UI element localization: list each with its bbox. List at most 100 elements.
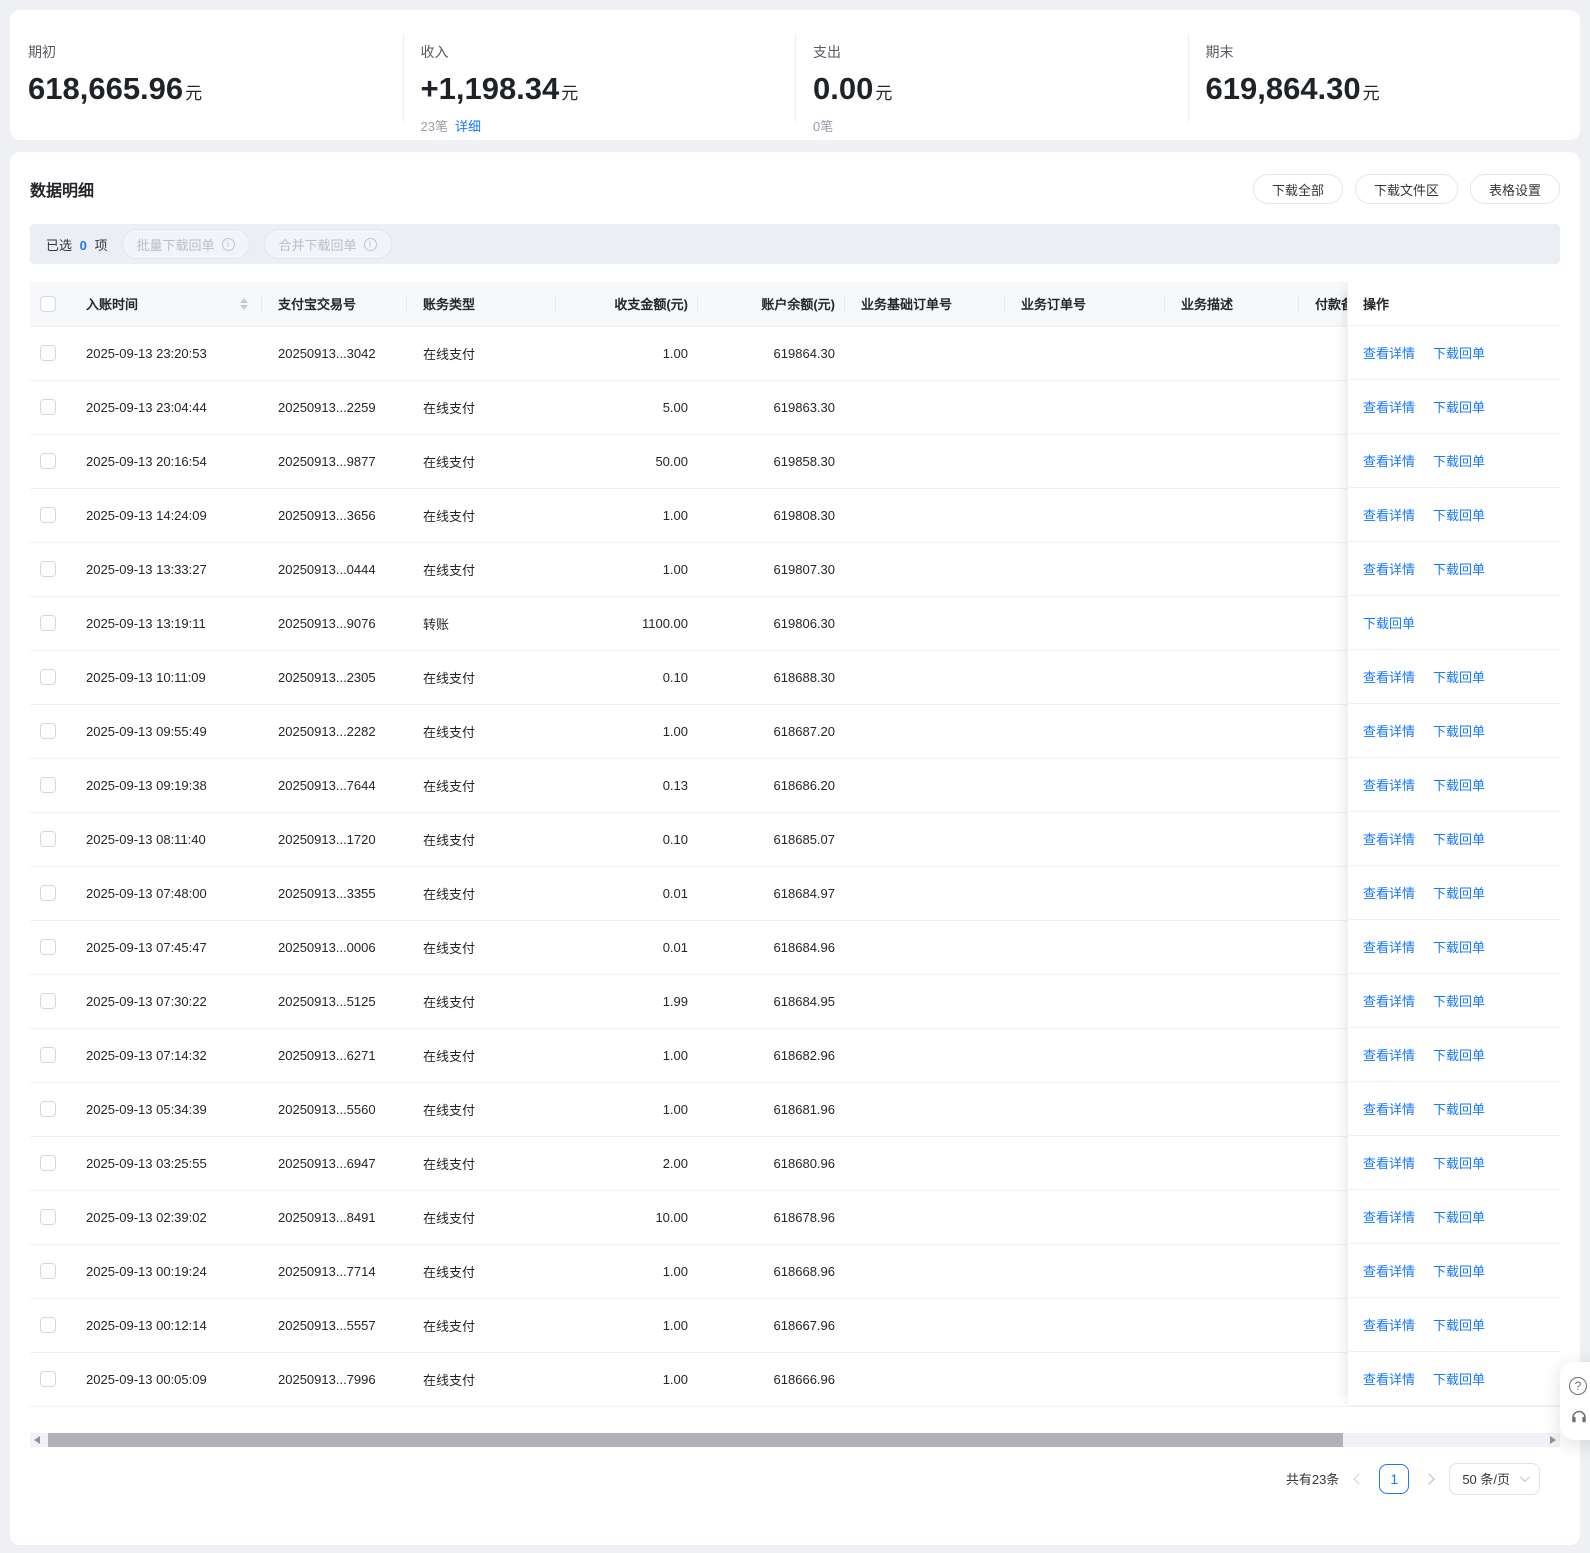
entry-time-cell: 2025-09-13 00:19:24 [70,1244,262,1299]
download-all-button[interactable]: 下载全部 [1252,174,1343,204]
row-checkbox[interactable] [40,1209,56,1226]
view-details-link[interactable]: 查看详情 [1363,829,1415,848]
download-receipt-link[interactable]: 下载回单 [1363,613,1415,632]
view-details-link[interactable]: 查看详情 [1363,991,1415,1010]
row-checkbox[interactable] [40,993,56,1010]
download-receipt-link[interactable]: 下载回单 [1433,721,1485,740]
table-settings-button[interactable]: 表格设置 [1469,174,1560,204]
view-details-link[interactable]: 查看详情 [1363,721,1415,740]
summary-card: 期初 618,665.96 元 收入 +1,198.34 元 23笔 详细 支出 0.… [10,10,1580,140]
account-type-cell: 在线支付 [407,380,556,435]
amount-cell: 0.10 [556,650,698,705]
view-details-link[interactable]: 查看详情 [1363,1369,1415,1388]
download-receipt-link[interactable]: 下载回单 [1433,667,1485,686]
page-size-select[interactable]: 50 条/页 [1449,1462,1540,1495]
row-checkbox[interactable] [40,939,56,956]
description-cell [1165,866,1299,921]
view-details-link[interactable]: 查看详情 [1363,667,1415,686]
view-details-link[interactable]: 查看详情 [1363,1315,1415,1334]
row-checkbox[interactable] [40,615,56,632]
customer-service-icon[interactable] [1569,1407,1589,1425]
sort-icon[interactable] [240,297,248,310]
view-details-link[interactable]: 查看详情 [1363,1261,1415,1280]
row-checkbox[interactable] [40,345,56,362]
row-checkbox[interactable] [40,1263,56,1280]
download-receipt-link[interactable]: 下载回单 [1433,829,1485,848]
order-no-cell [1005,812,1165,867]
row-checkbox[interactable] [40,561,56,578]
download-receipt-link[interactable]: 下载回单 [1433,1261,1485,1280]
row-checkbox[interactable] [40,1047,56,1064]
download-receipt-link[interactable]: 下载回单 [1433,937,1485,956]
row-checkbox[interactable] [40,507,56,524]
scroll-left-arrow-icon[interactable] [34,1435,40,1444]
view-details-link[interactable]: 查看详情 [1363,883,1415,902]
download-receipt-link[interactable]: 下载回单 [1433,451,1485,470]
summary-income-amount: +1,198.34 [420,71,560,106]
row-checkbox[interactable] [40,1101,56,1118]
column-header-base-order-no: 业务基础订单号 [845,282,1005,327]
select-all-checkbox[interactable] [40,296,56,313]
view-details-link[interactable]: 查看详情 [1363,1207,1415,1226]
row-checkbox[interactable] [40,831,56,848]
column-header-entry-time[interactable]: 入账时间 [70,282,262,327]
balance-cell: 618667.96 [698,1298,845,1353]
batch-download-receipts-button[interactable]: 批量下载回单 i [121,229,250,259]
income-detail-link[interactable]: 详细 [455,119,481,134]
row-checkbox[interactable] [40,723,56,740]
download-receipt-link[interactable]: 下载回单 [1433,343,1485,362]
summary-income-label: 收入 [420,44,449,60]
view-details-link[interactable]: 查看详情 [1363,451,1415,470]
download-receipt-link[interactable]: 下载回单 [1433,1369,1485,1388]
view-details-link[interactable]: 查看详情 [1363,505,1415,524]
chevron-down-icon [1519,1472,1530,1483]
row-checkbox[interactable] [40,1371,56,1388]
scrollbar-thumb[interactable] [48,1432,1343,1447]
view-details-link[interactable]: 查看详情 [1363,343,1415,362]
row-checkbox[interactable] [40,885,56,902]
fixed-action-column: 操作 查看详情 下载回单 查看详情 下载回单 查看详情 下载回单 查看详情 下载回单 查看详情下… [1347,282,1560,1406]
merge-download-receipts-button[interactable]: 合并下载回单 i [263,229,392,259]
view-details-link[interactable]: 查看详情 [1363,937,1415,956]
row-checkbox[interactable] [40,777,56,794]
download-receipt-link[interactable]: 下载回单 [1433,883,1485,902]
summary-opening: 期初 618,665.96 元 [10,10,403,140]
row-checkbox[interactable] [40,453,56,470]
row-checkbox[interactable] [40,669,56,686]
entry-time-cell: 2025-09-13 23:20:53 [70,326,262,381]
download-receipt-link[interactable]: 下载回单 [1433,1099,1485,1118]
view-details-link[interactable]: 查看详情 [1363,775,1415,794]
row-checkbox[interactable] [40,399,56,416]
page-1-button[interactable]: 1 [1379,1463,1410,1494]
download-receipt-link[interactable]: 下载回单 [1433,559,1485,578]
amount-cell: 1.00 [556,1082,698,1137]
download-receipt-link[interactable]: 下载回单 [1433,505,1485,524]
summary-expense-count: 0笔 [813,119,834,134]
row-checkbox[interactable] [40,1155,56,1172]
download-receipt-link[interactable]: 下载回单 [1433,1207,1485,1226]
view-details-link[interactable]: 查看详情 [1363,397,1415,416]
download-receipt-link[interactable]: 下载回单 [1433,991,1485,1010]
order-no-cell [1005,704,1165,759]
row-checkbox[interactable] [40,1317,56,1334]
order-no-cell [1005,974,1165,1029]
txn-no-cell: 20250913...3042 [262,326,407,381]
download-receipt-link[interactable]: 下载回单 [1433,1315,1485,1334]
view-details-link[interactable]: 查看详情 [1363,1153,1415,1172]
description-cell [1165,1082,1299,1137]
download-receipt-link[interactable]: 下载回单 [1433,397,1485,416]
scroll-right-arrow-icon[interactable] [1550,1435,1556,1444]
help-question-icon[interactable]: ? [1569,1377,1587,1395]
prev-page-icon[interactable] [1353,1472,1365,1485]
download-receipt-link[interactable]: 下载回单 [1433,1153,1485,1172]
view-details-link[interactable]: 查看详情 [1363,1045,1415,1064]
view-details-link[interactable]: 查看详情 [1363,1099,1415,1118]
download-receipt-link[interactable]: 下载回单 [1433,775,1485,794]
description-cell [1165,974,1299,1029]
horizontal-scrollbar[interactable] [30,1432,1560,1447]
view-details-link[interactable]: 查看详情 [1363,559,1415,578]
download-file-area-button[interactable]: 下载文件区 [1354,174,1458,204]
download-receipt-link[interactable]: 下载回单 [1433,1045,1485,1064]
base-order-cell [845,434,1005,489]
next-page-icon[interactable] [1423,1472,1435,1485]
